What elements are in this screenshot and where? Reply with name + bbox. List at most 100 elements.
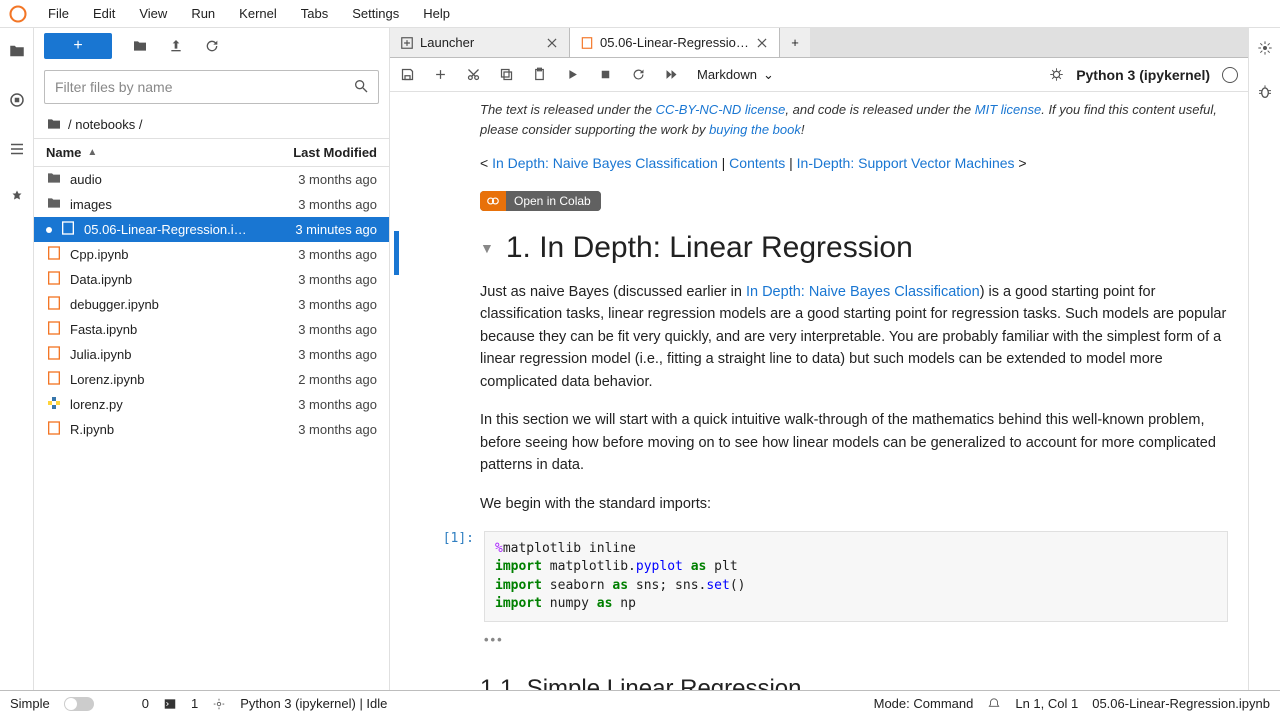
- stop-icon[interactable]: [598, 67, 613, 82]
- tab-label: Launcher: [420, 35, 539, 50]
- notebook-toolbar: Markdown ⌄ Python 3 (ipykernel): [390, 58, 1248, 92]
- file-row[interactable]: audio 3 months ago: [34, 167, 389, 192]
- running-icon[interactable]: [8, 91, 26, 112]
- close-icon[interactable]: [755, 36, 769, 50]
- status-bar: Simple 0 1 Python 3 (ipykernel) | Idle M…: [0, 690, 1280, 716]
- cc-license-link[interactable]: CC-BY-NC-ND license: [656, 102, 786, 117]
- cut-icon[interactable]: [466, 67, 481, 82]
- nav-prev-link[interactable]: In Depth: Naive Bayes Classification: [492, 155, 718, 171]
- nav-links: < In Depth: Naive Bayes Classification |…: [480, 155, 1228, 171]
- right-sidebar: [1248, 28, 1280, 690]
- code-cell[interactable]: [1]: %matplotlib inline import matplotli…: [430, 531, 1228, 622]
- file-name: lorenz.py: [70, 397, 123, 412]
- tab-bar: Launcher 05.06-Linear-Regression.i +: [390, 28, 1248, 58]
- property-inspector-icon[interactable]: [1257, 40, 1273, 56]
- file-modified: 3 months ago: [298, 397, 377, 412]
- file-modified: 3 months ago: [298, 347, 377, 362]
- copy-icon[interactable]: [499, 67, 514, 82]
- add-tab-button[interactable]: +: [780, 28, 810, 57]
- simple-toggle[interactable]: [64, 697, 94, 711]
- terminal-icon[interactable]: [163, 697, 177, 711]
- run-all-icon[interactable]: [664, 67, 679, 82]
- save-icon[interactable]: [400, 67, 415, 82]
- restart-icon[interactable]: [631, 67, 646, 82]
- file-row[interactable]: Lorenz.ipynb2 months ago: [34, 367, 389, 392]
- file-row[interactable]: Julia.ipynb3 months ago: [34, 342, 389, 367]
- debugger-icon[interactable]: [1049, 67, 1064, 82]
- upload-icon[interactable]: [168, 38, 184, 54]
- code-block[interactable]: %matplotlib inline import matplotlib.pyp…: [484, 531, 1228, 622]
- notebook-icon: [580, 36, 594, 50]
- nav-contents-link[interactable]: Contents: [729, 155, 785, 171]
- file-name: Lorenz.ipynb: [70, 372, 144, 387]
- menu-file[interactable]: File: [38, 2, 79, 25]
- extensions-icon[interactable]: [8, 189, 26, 210]
- debugger-panel-icon[interactable]: [1257, 84, 1273, 100]
- chevron-down-icon: ⌄: [763, 67, 774, 83]
- sort-caret-icon: ▲: [87, 147, 97, 158]
- file-row[interactable]: lorenz.py 3 months ago: [34, 392, 389, 417]
- menu-help[interactable]: Help: [413, 2, 460, 25]
- run-icon[interactable]: [565, 67, 580, 82]
- file-row[interactable]: Fasta.ipynb 3 months ago: [34, 317, 389, 342]
- tab-launcher[interactable]: Launcher: [390, 28, 570, 57]
- notification-icon[interactable]: [987, 697, 1001, 711]
- file-row[interactable]: debugger.ipynb3 months ago: [34, 292, 389, 317]
- kernel-status-icon[interactable]: [1222, 67, 1238, 83]
- file-modified: 3 months ago: [298, 172, 377, 187]
- colab-badge[interactable]: Open in Colab: [480, 191, 601, 211]
- naive-bayes-link[interactable]: In Depth: Naive Bayes Classification: [746, 284, 980, 300]
- add-cell-icon[interactable]: [433, 67, 448, 82]
- menu-settings[interactable]: Settings: [342, 2, 409, 25]
- paste-icon[interactable]: [532, 67, 547, 82]
- file-modified: 3 months ago: [298, 272, 377, 287]
- mit-license-link[interactable]: MIT license: [975, 102, 1041, 117]
- new-launcher-button[interactable]: +: [44, 33, 112, 59]
- header-name[interactable]: Name: [46, 145, 81, 160]
- file-name: Fasta.ipynb: [70, 322, 137, 337]
- paragraph: In this section we will start with a qui…: [480, 409, 1228, 476]
- heading-1: 1. In Depth: Linear Regression: [506, 231, 913, 265]
- file-row[interactable]: 05.06-Linear-Regression.i…3 minutes ago: [34, 217, 389, 242]
- folder-icon[interactable]: [8, 42, 26, 63]
- celltype-dropdown[interactable]: Markdown ⌄: [697, 67, 774, 83]
- file-modified: 3 months ago: [298, 197, 377, 212]
- file-list-header: Name ▲ Last Modified: [34, 138, 389, 167]
- file-name: images: [70, 197, 112, 212]
- buy-book-link[interactable]: buying the book: [709, 122, 801, 137]
- toc-icon[interactable]: [8, 140, 26, 161]
- file-row[interactable]: images 3 months ago: [34, 192, 389, 217]
- file-name: audio: [70, 172, 102, 187]
- menu-kernel[interactable]: Kernel: [229, 2, 287, 25]
- file-row[interactable]: R.ipynb3 months ago: [34, 417, 389, 442]
- menu-run[interactable]: Run: [181, 2, 225, 25]
- notebook-body: The text is released under the CC-BY-NC-…: [390, 92, 1248, 690]
- output-collapsed-icon[interactable]: •••: [430, 628, 1228, 657]
- filter-input[interactable]: [44, 70, 379, 104]
- header-modified[interactable]: Last Modified: [293, 145, 377, 160]
- notebook-icon: [46, 345, 62, 364]
- dirty-indicator: [46, 227, 52, 233]
- refresh-icon[interactable]: [204, 38, 220, 54]
- new-folder-icon[interactable]: [132, 38, 148, 54]
- search-icon: [353, 78, 369, 94]
- menu-view[interactable]: View: [129, 2, 177, 25]
- file-modified: 3 months ago: [298, 322, 377, 337]
- file-row[interactable]: Cpp.ipynb3 months ago: [34, 242, 389, 267]
- jupyter-logo: [8, 4, 28, 24]
- kernel-name[interactable]: Python 3 (ipykernel): [1076, 67, 1210, 83]
- breadcrumb[interactable]: / notebooks /: [34, 110, 389, 138]
- close-icon[interactable]: [545, 36, 559, 50]
- colab-icon: [480, 191, 506, 211]
- notebook-icon: [46, 245, 62, 264]
- kernel-sessions-icon[interactable]: [212, 697, 226, 711]
- tab-notebook[interactable]: 05.06-Linear-Regression.i: [570, 28, 780, 57]
- file-modified: 3 months ago: [298, 297, 377, 312]
- notebook-icon: [46, 420, 62, 439]
- file-row[interactable]: Data.ipynb3 months ago: [34, 267, 389, 292]
- paragraph: Just as naive Bayes (discussed earlier i…: [480, 281, 1228, 393]
- nav-next-link[interactable]: In-Depth: Support Vector Machines: [797, 155, 1015, 171]
- collapse-caret-icon[interactable]: ▼: [480, 240, 494, 256]
- menu-tabs[interactable]: Tabs: [291, 2, 338, 25]
- menu-edit[interactable]: Edit: [83, 2, 125, 25]
